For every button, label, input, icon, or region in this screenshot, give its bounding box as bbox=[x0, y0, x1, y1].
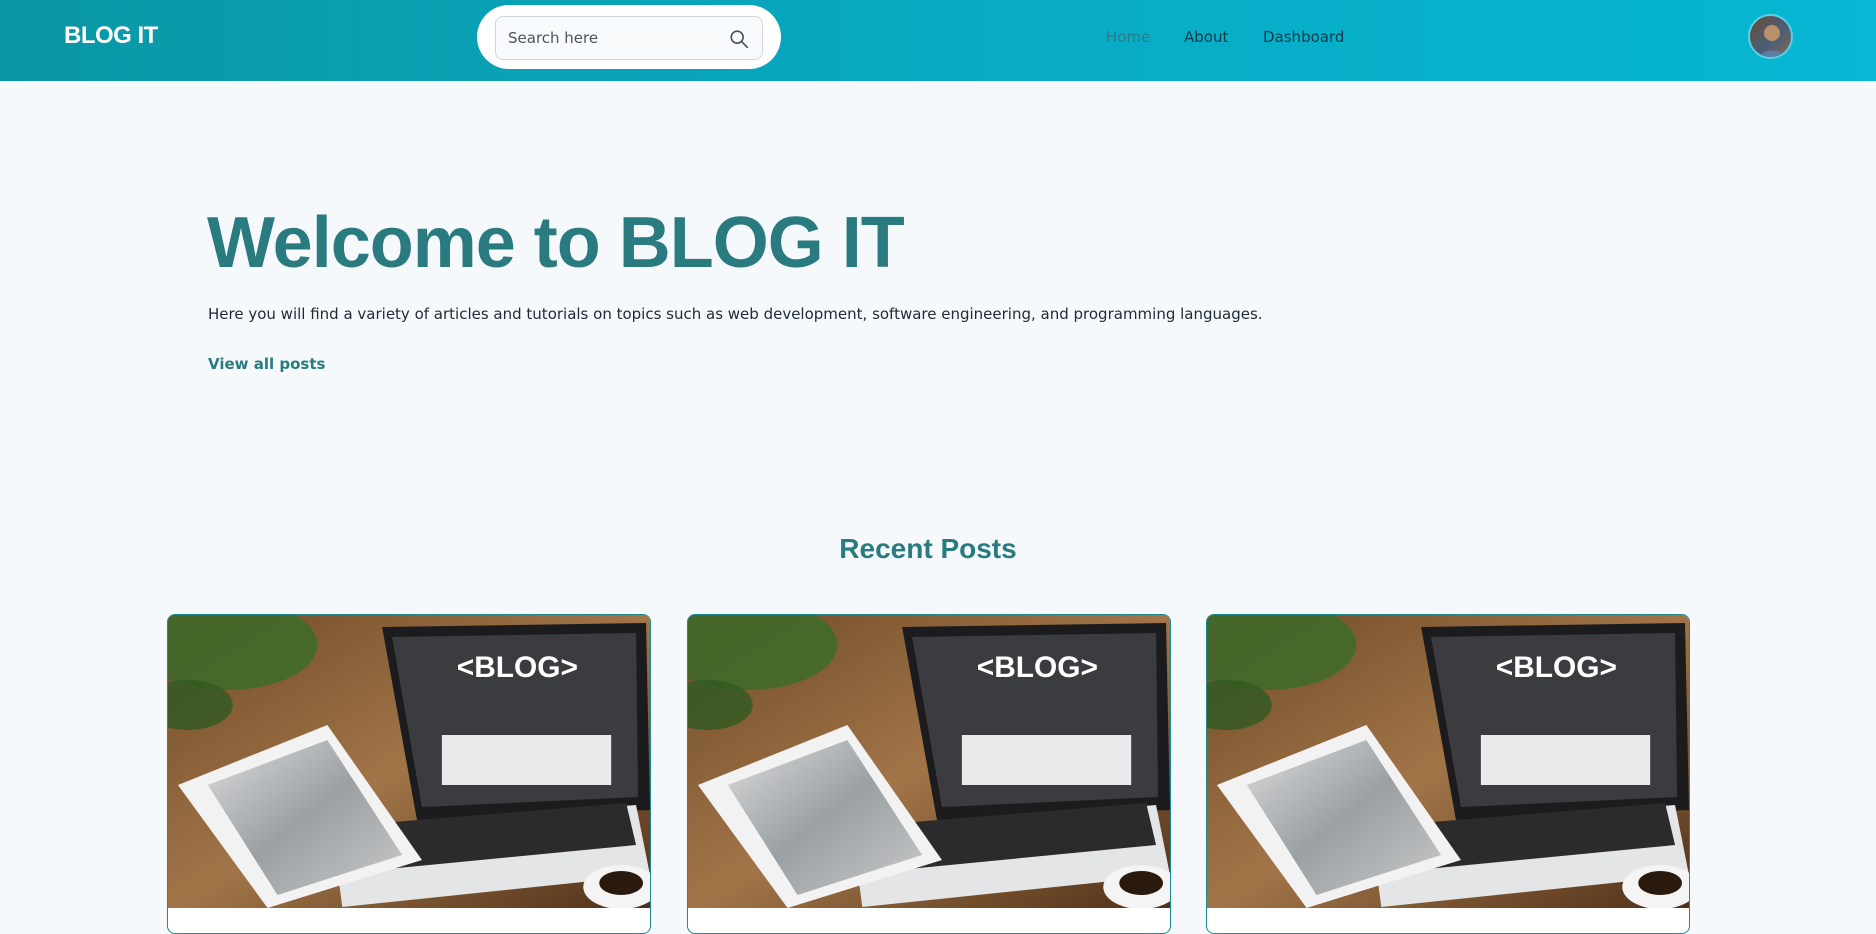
nav-home[interactable]: Home bbox=[1106, 28, 1150, 46]
avatar[interactable] bbox=[1748, 14, 1793, 59]
post-card-image: <BLOG> bbox=[688, 615, 1170, 908]
search-box bbox=[495, 16, 763, 60]
post-card-image: <BLOG> bbox=[168, 615, 650, 908]
search-icon[interactable] bbox=[728, 28, 750, 50]
hero-subtitle: Here you will find a variety of articles… bbox=[208, 305, 1263, 323]
nav-dashboard[interactable]: Dashboard bbox=[1263, 28, 1344, 46]
laptop-screen-text: <BLOG> bbox=[977, 651, 1098, 684]
laptop-screen-text: <BLOG> bbox=[457, 651, 578, 684]
avatar-image bbox=[1750, 16, 1791, 57]
search-input[interactable] bbox=[508, 27, 718, 49]
post-card[interactable]: <BLOG> bbox=[687, 614, 1171, 934]
recent-posts-title: Recent Posts bbox=[839, 533, 1017, 564]
post-card-image: <BLOG> bbox=[1207, 615, 1689, 908]
navbar: BLOG IT Home About Dashboard bbox=[0, 0, 1876, 81]
nav-about[interactable]: About bbox=[1184, 28, 1228, 46]
search-container bbox=[477, 5, 781, 69]
post-card[interactable]: <BLOG> bbox=[1206, 614, 1690, 934]
laptop-screen-text: <BLOG> bbox=[1496, 651, 1617, 684]
moon-icon[interactable] bbox=[1684, 28, 1704, 48]
brand-logo[interactable]: BLOG IT bbox=[64, 22, 158, 50]
post-card[interactable]: <BLOG> bbox=[167, 614, 651, 934]
hero-title: Welcome to BLOG IT bbox=[207, 203, 905, 283]
view-all-posts-link[interactable]: View all posts bbox=[208, 355, 325, 373]
